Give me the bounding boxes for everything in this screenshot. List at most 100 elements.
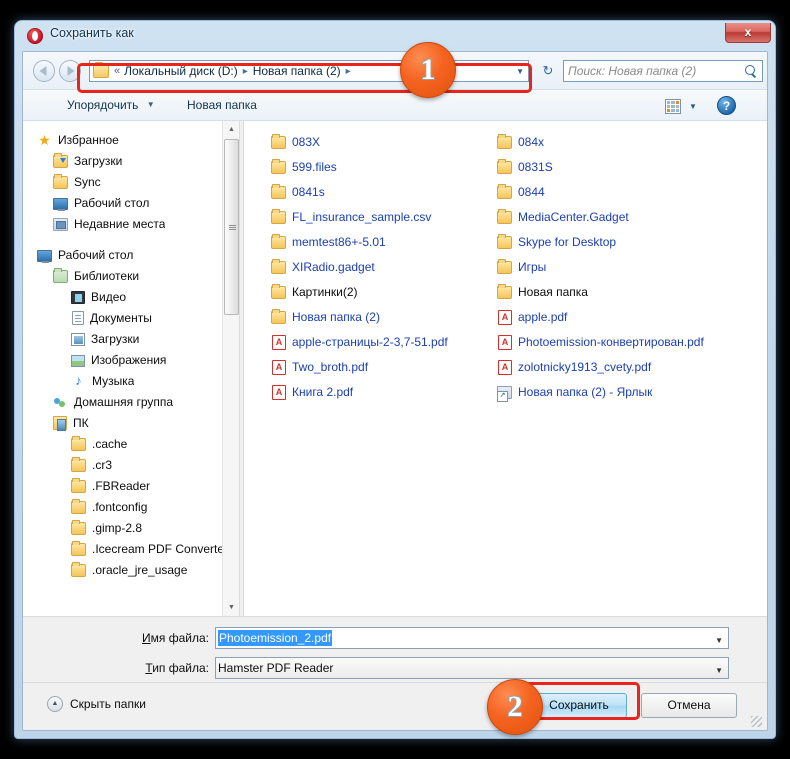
file-list-item[interactable]: Новая папка (2) - Ярлык [497, 379, 747, 404]
sidebar-item[interactable]: .cache [23, 433, 239, 454]
file-name-value[interactable]: Photoemission_2.pdf [218, 630, 333, 646]
pane-splitter[interactable] [239, 121, 244, 616]
chevron-down-icon[interactable]: ▼ [715, 666, 723, 675]
chevron-down-icon[interactable]: ▼ [715, 636, 723, 645]
file-list-pane[interactable]: 083X 599.files 0841s FL_insurance_sample.cs… [245, 121, 767, 616]
file-list-item[interactable]: 599.files [271, 154, 489, 179]
file-type-label-rest: ип файла: [152, 661, 209, 675]
file-name-label-rest: мя файла: [150, 631, 209, 645]
folder-icon [271, 134, 286, 149]
forward-arrow-icon [67, 66, 75, 76]
resize-grip-icon[interactable] [751, 716, 762, 727]
sidebar-item[interactable]: .cr3 [23, 454, 239, 475]
dialog-window-frame: Сохранить как x « Локальный диск (D:) ▸ … [14, 20, 776, 739]
close-button[interactable]: x [725, 23, 771, 43]
folder-icon [271, 234, 286, 249]
view-options-caret-icon[interactable]: ▼ [689, 102, 697, 111]
folder-icon [71, 436, 86, 451]
folder-icon [497, 209, 512, 224]
sidebar-item[interactable]: Рабочий стол [23, 192, 239, 213]
pdf-icon: A [498, 309, 512, 325]
save-button[interactable]: Сохранить [531, 693, 627, 718]
sidebar-item[interactable]: Документы [23, 307, 239, 328]
sidebar-item[interactable]: Sync [23, 171, 239, 192]
file-list-item[interactable]: A Книга 2.pdf [271, 379, 489, 404]
file-list-item[interactable]: 083X [271, 129, 489, 154]
hide-folders-label: Скрыть папки [70, 697, 146, 711]
file-type-value[interactable]: Hamster PDF Reader [218, 661, 333, 675]
sidebar-item[interactable]: .FBReader [23, 475, 239, 496]
navigation-pane: ★ Избранное Загрузки Sync Рабочий стол Недавн… [23, 121, 239, 616]
file-list-item[interactable]: Skype for Desktop [497, 229, 747, 254]
breadcrumb-overflow-chevron[interactable]: « [114, 65, 120, 77]
cancel-button[interactable]: Отмена [641, 693, 737, 718]
folder-icon [271, 209, 286, 224]
scroll-up-button[interactable]: ▲ [223, 121, 239, 138]
back-button[interactable] [33, 60, 55, 82]
sidebar-item[interactable]: Рабочий стол [23, 244, 239, 265]
file-list-item[interactable]: Azolotnicky1913_cvety.pdf [497, 354, 747, 379]
sidebar-item-label: .Icecream PDF Converter [92, 541, 229, 556]
address-bar[interactable]: « Локальный диск (D:) ▸ Новая папка (2) … [89, 60, 529, 82]
sidebar-item[interactable]: Загрузки [23, 150, 239, 171]
sidebar-item[interactable]: Изображения [23, 349, 239, 370]
file-list-item-label: zolotnicky1913_cvety.pdf [518, 359, 652, 374]
search-box[interactable]: Поиск: Новая папка (2) [563, 60, 763, 82]
file-list-item[interactable]: 0841s [271, 179, 489, 204]
sidebar-item-label: Sync [74, 174, 101, 189]
organize-menu-button[interactable]: Упорядочить ▼ [61, 96, 161, 114]
file-list-item[interactable]: Новая папка (2) [271, 304, 489, 329]
search-input[interactable]: Поиск: Новая папка (2) [568, 64, 745, 78]
file-list-item[interactable]: 0831S [497, 154, 747, 179]
breadcrumb-item-folder[interactable]: Новая папка (2) [253, 64, 341, 78]
desktop-icon [53, 197, 68, 211]
new-folder-button[interactable]: Новая папка [181, 96, 263, 114]
file-name-row: Имя файла: Photoemission_2.pdf ▼ [23, 627, 767, 651]
file-list-column-1: 083X 599.files 0841s FL_insurance_sample.cs… [271, 129, 489, 404]
file-list-item[interactable]: 0844 [497, 179, 747, 204]
sidebar-item[interactable]: ПК [23, 412, 239, 433]
scroll-down-button[interactable]: ▼ [223, 599, 239, 616]
file-list-item[interactable]: MediaCenter.Gadget [497, 204, 747, 229]
file-list-item[interactable]: Aapple-страницы-2-3,7-51.pdf [271, 329, 489, 354]
sidebar-item[interactable]: .fontconfig [23, 496, 239, 517]
change-view-button[interactable] [663, 96, 685, 116]
hide-folders-button[interactable]: ▲ Скрыть папки [47, 696, 146, 712]
file-list-item[interactable]: Новая папка [497, 279, 747, 304]
file-list-item[interactable]: XIRadio.gadget [271, 254, 489, 279]
file-list-item[interactable]: memtest86+-5.01 [271, 229, 489, 254]
file-list-item-label: 083X [292, 134, 321, 149]
sidebar-item-label: .cr3 [92, 457, 113, 472]
sidebar-item[interactable]: .gimp-2.8 [23, 517, 239, 538]
file-name-input[interactable]: Photoemission_2.pdf ▼ [215, 627, 729, 649]
navigation-pane-scrollbar[interactable]: ▲ ▼ [222, 121, 239, 616]
file-type-select[interactable]: Hamster PDF Reader ▼ [215, 657, 729, 679]
sidebar-item[interactable]: Библиотеки [23, 265, 239, 286]
downloads-icon [71, 333, 85, 346]
help-button[interactable]: ? [717, 96, 736, 115]
sidebar-item-label: Видео [91, 289, 127, 304]
chevron-down-icon[interactable]: ▼ [516, 67, 524, 76]
sidebar-item[interactable]: Видео [23, 286, 239, 307]
breadcrumb-separator-last[interactable]: ▸ [346, 66, 351, 77]
breadcrumb-separator[interactable]: ▸ [243, 66, 248, 77]
file-list-item[interactable]: 084x [497, 129, 747, 154]
sidebar-item[interactable]: ♪ Музыка [23, 370, 239, 391]
breadcrumb-item-drive[interactable]: Локальный диск (D:) [124, 64, 238, 78]
file-list-item[interactable]: Aapple.pdf [497, 304, 747, 329]
sidebar-item[interactable]: Недавние места [23, 213, 239, 234]
file-list-item[interactable]: Игры [497, 254, 747, 279]
sidebar-item[interactable]: Загрузки [23, 328, 239, 349]
forward-button[interactable] [59, 60, 81, 82]
file-list-item[interactable]: A Photoemission-конвертирован.pdf [497, 329, 747, 354]
sidebar-item[interactable]: Домашняя группа [23, 391, 239, 412]
refresh-button[interactable]: ↻ [537, 60, 559, 82]
sidebar-item[interactable]: .oracle_jre_usage [23, 559, 239, 580]
scrollbar-thumb[interactable] [224, 139, 239, 315]
sidebar-item[interactable]: .Icecream PDF Converter [23, 538, 239, 559]
file-list-item[interactable]: Картинки(2) [271, 279, 489, 304]
opera-logo-icon [27, 28, 43, 44]
sidebar-item[interactable]: ★ Избранное [23, 129, 239, 150]
file-list-item[interactable]: FL_insurance_sample.csv [271, 204, 489, 229]
file-list-item[interactable]: A Two_broth.pdf [271, 354, 489, 379]
